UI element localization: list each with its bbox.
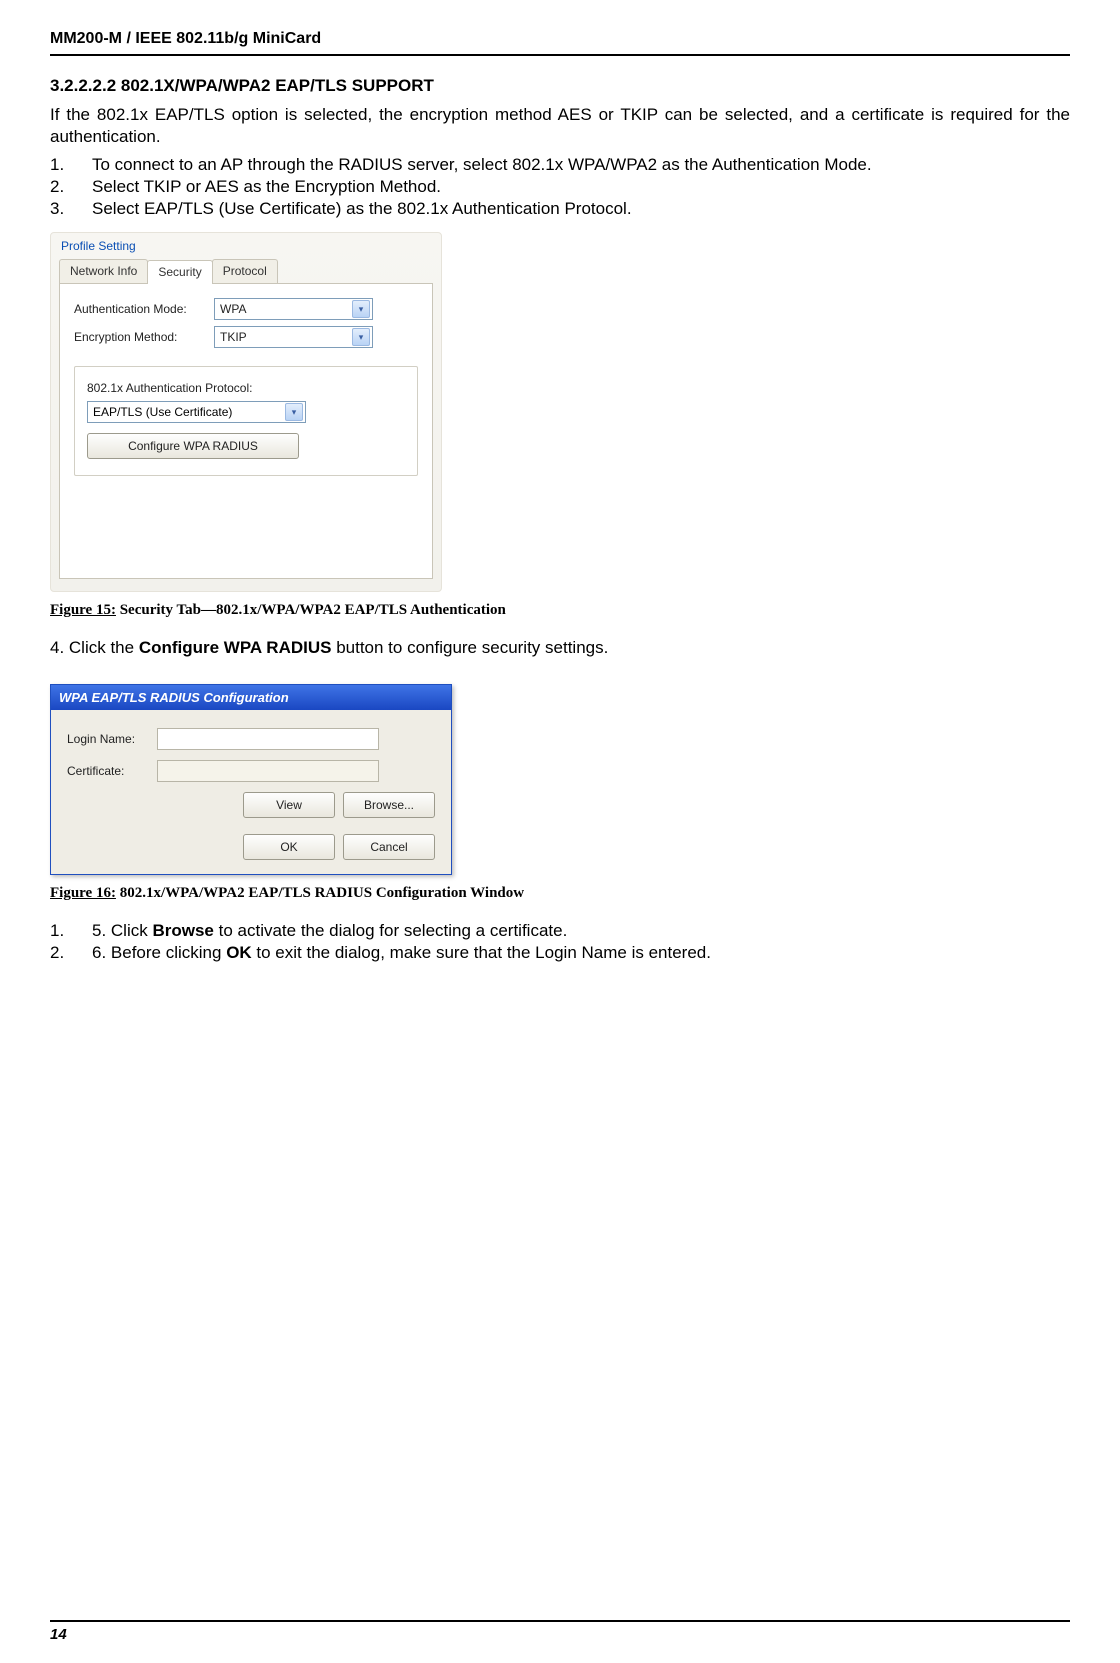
cancel-button[interactable]: Cancel [343, 834, 435, 860]
tab-network-info[interactable]: Network Info [59, 259, 148, 283]
login-name-input[interactable] [157, 728, 379, 750]
list-item: 1. 5. Click Browse to activate the dialo… [50, 920, 1070, 942]
enc-method-value: TKIP [220, 330, 247, 344]
doc-header: MM200-M / IEEE 802.11b/g MiniCard [50, 30, 1070, 56]
list-item: 3.Select EAP/TLS (Use Certificate) as th… [50, 198, 1070, 220]
page-number: 14 [50, 1626, 67, 1643]
figure-16-caption: Figure 16: 802.1x/WPA/WPA2 EAP/TLS RADIU… [50, 885, 1070, 902]
view-button[interactable]: View [243, 792, 335, 818]
chevron-down-icon: ▾ [285, 403, 303, 421]
certificate-input[interactable] [157, 760, 379, 782]
tab-body: Authentication Mode: WPA ▾ Encryption Me… [59, 283, 433, 579]
auth-protocol-value: EAP/TLS (Use Certificate) [93, 405, 232, 419]
window-titlebar: WPA EAP/TLS RADIUS Configuration [51, 685, 451, 710]
configure-wpa-radius-button[interactable]: Configure WPA RADIUS [87, 433, 299, 459]
list-item: 1.To connect to an AP through the RADIUS… [50, 154, 1070, 176]
tab-row: Network Info Security Protocol [59, 259, 433, 283]
auth-protocol-select[interactable]: EAP/TLS (Use Certificate) ▾ [87, 401, 306, 423]
section-heading: 3.2.2.2.2 802.1X/WPA/WPA2 EAP/TLS SUPPOR… [50, 76, 1070, 96]
chevron-down-icon: ▾ [352, 328, 370, 346]
list-item: 2.Select TKIP or AES as the Encryption M… [50, 176, 1070, 198]
ok-button[interactable]: OK [243, 834, 335, 860]
page-footer: 14 [50, 1620, 1070, 1643]
tab-protocol[interactable]: Protocol [212, 259, 278, 283]
enc-method-select[interactable]: TKIP ▾ [214, 326, 373, 348]
chevron-down-icon: ▾ [352, 300, 370, 318]
browse-button[interactable]: Browse... [343, 792, 435, 818]
step-4: 4. Click the Configure WPA RADIUS button… [50, 637, 1070, 659]
auth-protocol-label: 802.1x Authentication Protocol: [87, 381, 405, 395]
certificate-label: Certificate: [67, 764, 157, 778]
auth-mode-value: WPA [220, 302, 246, 316]
panel-title: Profile Setting [51, 233, 441, 253]
intro-paragraph: If the 802.1x EAP/TLS option is selected… [50, 104, 1070, 148]
steps-list-1: 1.To connect to an AP through the RADIUS… [50, 154, 1070, 220]
figure-15-caption: Figure 15: Security Tab—802.1x/WPA/WPA2 … [50, 602, 1070, 619]
profile-setting-panel: Profile Setting Network Info Security Pr… [50, 232, 442, 592]
radius-config-window: WPA EAP/TLS RADIUS Configuration Login N… [50, 684, 452, 875]
enc-method-label: Encryption Method: [74, 330, 214, 344]
auth-mode-select[interactable]: WPA ▾ [214, 298, 373, 320]
list-item: 2. 6. Before clicking OK to exit the dia… [50, 942, 1070, 964]
steps-list-2: 1. 5. Click Browse to activate the dialo… [50, 920, 1070, 964]
login-name-label: Login Name: [67, 732, 157, 746]
auth-protocol-group: 802.1x Authentication Protocol: EAP/TLS … [74, 366, 418, 476]
tab-security[interactable]: Security [147, 260, 212, 284]
auth-mode-label: Authentication Mode: [74, 302, 214, 316]
